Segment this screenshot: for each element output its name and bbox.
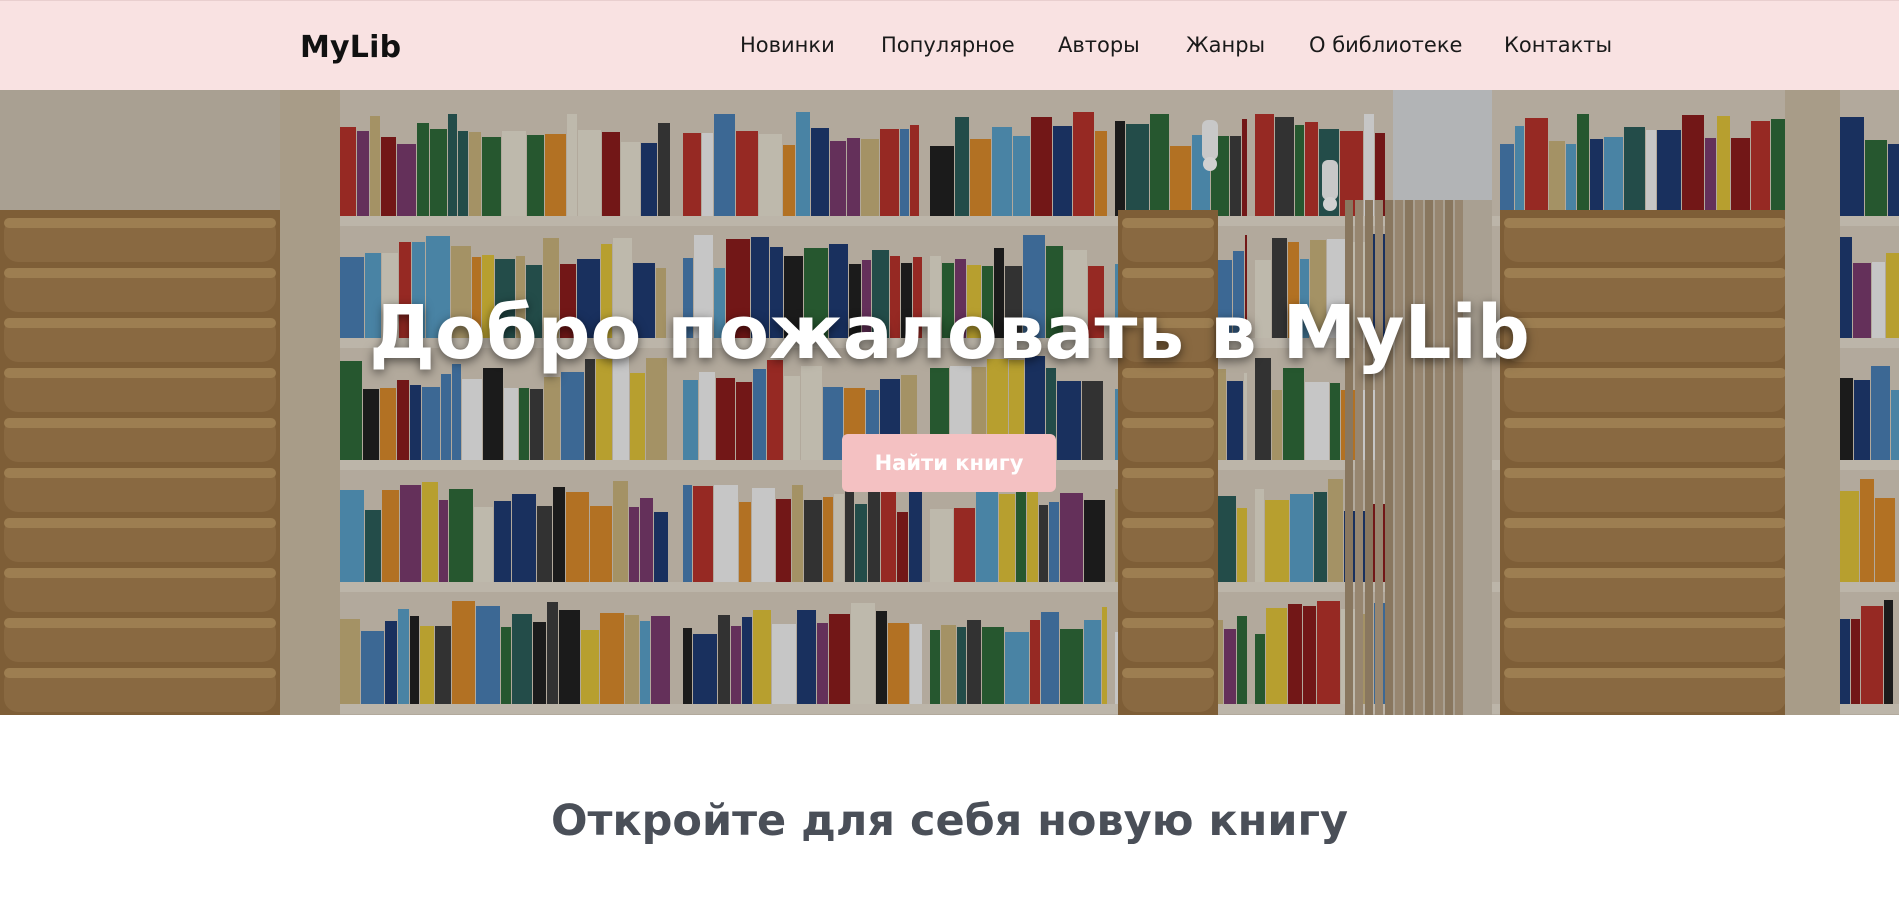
section-title: Откройте для себя новую книгу — [550, 796, 1348, 846]
nav-link-genres[interactable]: Жанры — [1186, 33, 1265, 57]
nav-link-about[interactable]: О библиотеке — [1309, 33, 1462, 57]
nav-link-contacts[interactable]: Контакты — [1504, 33, 1612, 57]
site-logo[interactable]: MyLib — [300, 30, 401, 65]
nav-link-new[interactable]: Новинки — [740, 33, 835, 57]
nav-link-popular[interactable]: Популярное — [881, 33, 1015, 57]
hero-banner: Добро пожаловать в MyLib Найти книгу — [0, 90, 1899, 715]
nav-link-authors[interactable]: Авторы — [1058, 33, 1140, 57]
find-book-button[interactable]: Найти книгу — [842, 434, 1056, 492]
site-header: MyLib Новинки Популярное Авторы Жанры О … — [0, 0, 1899, 90]
hero-title: Добро пожаловать в MyLib — [369, 290, 1530, 376]
hero-overlay — [0, 90, 1899, 715]
